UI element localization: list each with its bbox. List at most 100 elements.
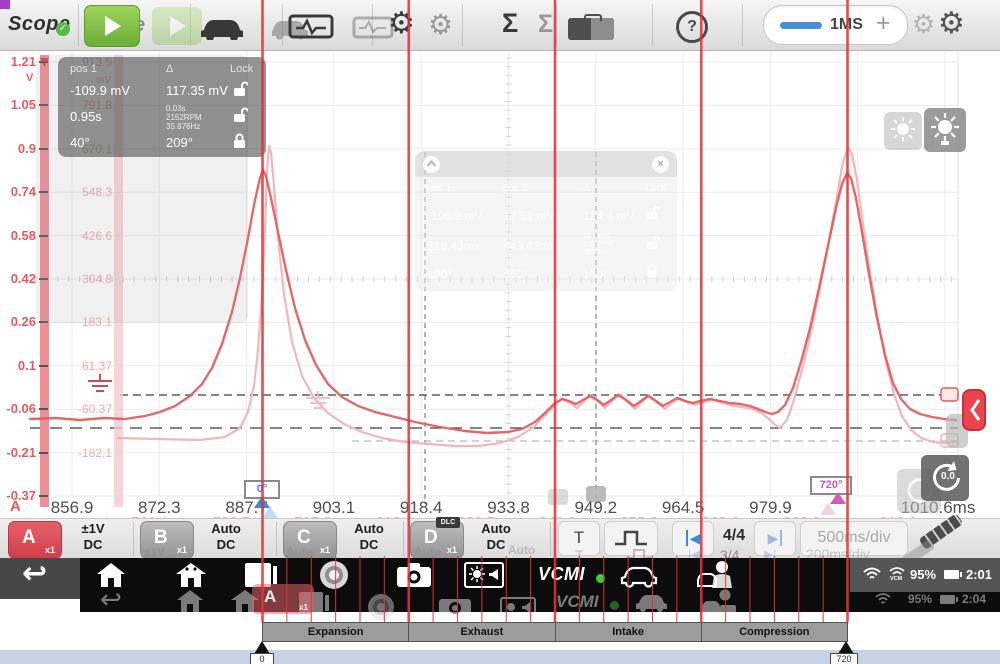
y-axis-tick [39, 408, 48, 410]
ghost-time-ruler-handle [548, 489, 568, 505]
back-button-zone[interactable]: ↩ [0, 558, 80, 599]
band-end-label: 720 [830, 653, 858, 664]
unlock-icon[interactable] [234, 81, 248, 96]
ghost-col-pos1: pos 1 [427, 183, 451, 194]
back-arrow-icon: ↩ [22, 556, 47, 591]
ghost-y-axis-label: -182.1 [72, 446, 112, 460]
y-axis-tick [39, 452, 48, 454]
ghost-ad: 180° [583, 267, 608, 281]
y-axis-tick [39, 495, 48, 497]
phase-segment-exhaust: Exhaust [409, 623, 555, 641]
y-axis-label: 0.58 [0, 228, 36, 243]
x-axis-label: 964.5 [662, 498, 705, 518]
y-axis-label: 0.26 [0, 314, 36, 329]
col-delta: Δ [166, 63, 173, 75]
y-axis-label: 0.74 [0, 184, 36, 199]
channel-control-row: A x1 ±1VDC B x1 AutoDC C x1 AutoDC D x1 … [0, 518, 1000, 559]
channel-a-axis-letter: A [10, 498, 21, 515]
y-axis-unit: V [26, 72, 33, 84]
rotate-reset-icon[interactable]: 0.0 [921, 455, 969, 501]
ghost-y-axis-label: -60.37 [72, 402, 112, 416]
dlc-badge: DLC [436, 517, 460, 528]
y-axis-label: 0.1 [0, 358, 36, 373]
ghost-auto-label: Auto [286, 545, 313, 559]
delta-rpm: 2152RPM [166, 113, 202, 122]
channel-b-range[interactable]: AutoDC [197, 521, 255, 553]
vcmi-logo: VCMI [538, 564, 585, 584]
wifi-icon [862, 566, 882, 580]
ghost-unlock-icon [647, 236, 660, 250]
pos1-time: 0.95s [70, 109, 102, 124]
page-indicator: 4/4 [714, 527, 754, 545]
ghost-start-degree-marker [262, 506, 278, 518]
phase-measure-panel[interactable]: pos 1 Δ Lock -109.9 mV 117.35 mV 0.95s 0… [58, 57, 266, 157]
phase-ruler-band[interactable]: Expansion Exhaust Intake Compression [262, 622, 848, 642]
lock-icon[interactable] [234, 133, 248, 148]
home-icon[interactable] [96, 562, 126, 588]
channel-c-range[interactable]: AutoDC [340, 521, 398, 553]
ghost-channel-a-range: ±1V [144, 545, 165, 559]
channel-a-range[interactable]: ±1VDC [64, 521, 122, 553]
ghost-end-degree-marker [820, 503, 836, 515]
corner-artifact [0, 0, 10, 9]
ghost-lamp-icon [884, 112, 922, 150]
y-axis-label: -0.06 [0, 401, 36, 416]
delta-time: 0.03s [166, 104, 202, 113]
delta-voltage: 117.35 mV [166, 83, 228, 98]
driver-vehicle-icon[interactable] [696, 560, 736, 590]
x-axis-label: 949.2 [575, 498, 618, 518]
ghost-v2: 17.51 mV [503, 209, 554, 223]
ghost-vd: 124.4 mV [583, 209, 634, 223]
y-axis-label: -0.21 [0, 445, 36, 460]
ghost-td: 25.19ms2381RPM39.69Hz [583, 233, 614, 257]
vcmi-button[interactable]: VCMI [538, 564, 585, 585]
pos1-angle: 40° [70, 135, 90, 150]
y-axis-tick [39, 365, 48, 367]
ghost-auto-label: Auto [508, 543, 535, 557]
phase-segment-intake: Intake [556, 623, 702, 641]
ghost-ground-symbol [306, 391, 330, 408]
channel-a-button[interactable]: A x1 [8, 521, 62, 559]
vcmi-status-dot [596, 574, 605, 583]
ground-symbol [88, 374, 112, 391]
delta-angle: 209° [166, 135, 193, 150]
camera-icon[interactable] [396, 563, 432, 588]
col-pos1: pos 1 [70, 63, 97, 75]
ghost-a1: 180° [427, 267, 452, 281]
ghost-t1: 818.43ms [427, 239, 480, 253]
ghost-a2: 360° [503, 267, 528, 281]
band-start-label: 0 [250, 653, 274, 664]
ghost-auto-label: Auto [414, 545, 441, 559]
close-icon: × [652, 156, 669, 173]
ghost-y-axis-label: 61.37 [72, 359, 112, 373]
ghost-col-lock: Lock [645, 183, 666, 194]
android-home-icon[interactable] [175, 561, 207, 588]
scope-app-screen: Scope ✓ Scope ⚙ ⚙ Σ Σ ? 1MS + [0, 0, 1000, 664]
vehicle-button-icon[interactable] [620, 563, 658, 589]
delta-freq: 35.876Hz [166, 122, 202, 131]
ghost-lock-icon [647, 264, 660, 278]
x-axis-label: 856.9 [51, 498, 94, 518]
phase-segment-expansion: Expansion [263, 623, 409, 641]
rotate-value: 0.0 [941, 471, 955, 482]
side-panel-handle[interactable] [963, 390, 985, 430]
unlock-icon[interactable] [234, 107, 248, 122]
ghost-measure-popup: × pos 1 pos 2 Δ Lock -106.9 mV 17.51 mV … [414, 150, 678, 292]
y-axis-label: 0.42 [0, 271, 36, 286]
pos1-voltage: -109.9 mV [70, 83, 130, 98]
y-axis-label: 1.21 [0, 54, 36, 69]
collapse-icon [423, 156, 440, 173]
ghost-col-pos2: pos 2 [503, 183, 527, 194]
trigger-level-marker[interactable] [941, 388, 958, 401]
col-lock: Lock [230, 63, 253, 75]
lamp-icon[interactable] [924, 108, 966, 152]
ghost-unlock-icon [647, 206, 660, 220]
ghost-v1: -106.9 mV [427, 209, 482, 223]
y-axis-label: 1.05 [0, 97, 36, 112]
recent-apps-icon[interactable] [244, 562, 278, 588]
ghost-col-delta: Δ [583, 183, 590, 194]
chrome-icon[interactable] [320, 561, 348, 589]
y-axis-label: 0.9 [0, 141, 36, 156]
phase-segment-compression: Compression [702, 623, 847, 641]
display-audio-icon[interactable] [464, 561, 504, 589]
